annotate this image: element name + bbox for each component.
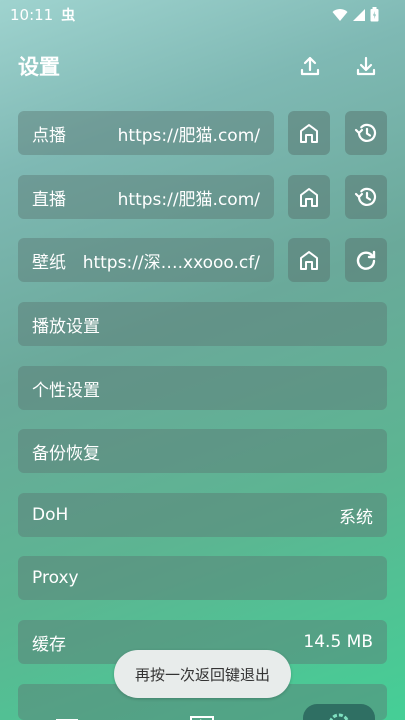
settings-row-playback[interactable]: 播放设置 (18, 302, 387, 346)
home-icon (300, 188, 318, 207)
settings-label: 播放设置 (32, 316, 100, 337)
bottom-nav (0, 704, 405, 720)
settings-label: Proxy (32, 568, 79, 588)
signal-icon (353, 8, 365, 21)
wifi-icon (332, 8, 348, 21)
nav-live[interactable] (190, 710, 214, 720)
settings-label: 个性设置 (32, 380, 100, 401)
settings-value: 系统 (339, 507, 373, 528)
settings-icon (329, 713, 349, 720)
source-row-vod[interactable]: 点播 https://肥猫.com/ (18, 111, 274, 155)
wallpaper-refresh-button[interactable] (345, 238, 387, 282)
upload-button[interactable] (296, 52, 324, 80)
settings-label: DoH (32, 505, 69, 525)
upload-icon (300, 56, 320, 76)
settings-label: 缓存 (32, 634, 66, 655)
settings-value: 14.5 MB (303, 632, 373, 652)
settings-row-proxy[interactable]: Proxy (18, 556, 387, 600)
settings-row-backup[interactable]: 备份恢复 (18, 429, 387, 473)
vod-history-button[interactable] (345, 111, 387, 155)
source-row-live[interactable]: 直播 https://肥猫.com/ (18, 175, 274, 219)
status-time: 10:11 (10, 6, 54, 24)
vod-home-button[interactable] (288, 111, 330, 155)
nav-vod[interactable] (56, 712, 78, 720)
source-label: 点播 (32, 125, 66, 146)
refresh-icon (356, 250, 376, 270)
download-button[interactable] (352, 52, 380, 80)
settings-label: 备份恢复 (32, 443, 100, 464)
source-url: https://肥猫.com/ (117, 189, 260, 210)
live-home-button[interactable] (288, 175, 330, 219)
wallpaper-home-button[interactable] (288, 238, 330, 282)
history-icon (354, 187, 377, 206)
status-bar: 10:11 虫 (0, 0, 405, 30)
live-history-button[interactable] (345, 175, 387, 219)
page-title: 设置 (18, 55, 60, 79)
history-icon (354, 123, 377, 142)
source-url: https://肥猫.com/ (117, 125, 260, 146)
battery-icon (370, 7, 379, 22)
source-label: 直播 (32, 189, 66, 210)
header: 设置 (18, 50, 387, 82)
source-row-wallpaper[interactable]: 壁纸 https://深….xxooo.cf/ (18, 238, 274, 282)
exit-toast: 再按一次返回键退出 (114, 650, 291, 698)
settings-row-doh[interactable]: DoH 系统 (18, 493, 387, 537)
status-icons (332, 7, 379, 22)
source-label: 壁纸 (32, 252, 66, 273)
download-icon (356, 56, 376, 76)
nav-settings[interactable] (328, 709, 350, 720)
source-url: https://深….xxooo.cf/ (82, 252, 260, 273)
live-tv-icon (190, 716, 214, 720)
home-icon (300, 124, 318, 143)
home-icon (300, 251, 318, 270)
settings-row-personalize[interactable]: 个性设置 (18, 366, 387, 410)
notification-glyph: 虫 (61, 8, 76, 24)
